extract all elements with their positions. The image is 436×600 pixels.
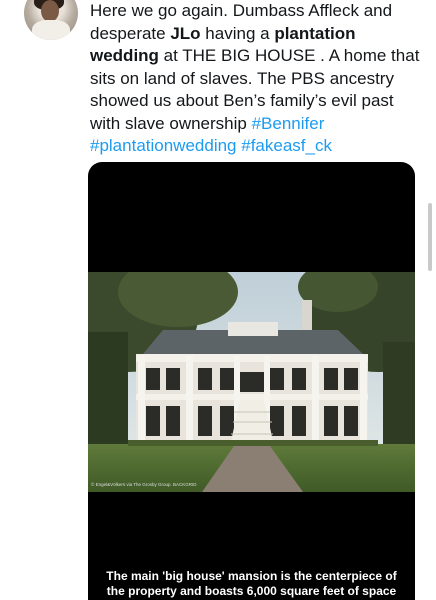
photo-credit: © Engel&Völkers via The Grosby Group. BA… — [91, 482, 197, 487]
house-photo[interactable] — [88, 272, 415, 492]
tweet-bold-plantation: plantation — [274, 23, 356, 43]
mansion-image — [88, 272, 415, 492]
user-avatar[interactable] — [24, 0, 78, 40]
avatar-face — [41, 0, 59, 22]
hashtag-plantationwedding[interactable]: #plantationwedding — [90, 136, 237, 155]
tweet-line-2-start: desperate — [90, 23, 171, 43]
tweet-bold-jlo: JLo — [170, 23, 201, 43]
tweet-line-6-start: with slave ownership — [90, 113, 252, 133]
tweet-line-5: showed us about Ben’s family’s evil past — [90, 91, 394, 110]
hashtag-fakeasf-ck[interactable]: #fakeasf_ck — [241, 136, 332, 155]
caption-line-2: the property and boasts 6,000 square fee… — [106, 583, 397, 598]
tweet-line-2-mid: having a — [200, 23, 275, 43]
tweet-media[interactable]: © Engel&Völkers via The Grosby Group. BA… — [88, 162, 415, 600]
hashtag-bennifer[interactable]: #Bennifer — [252, 114, 325, 133]
tweet-line-4: sits on land of slaves. The PBS ancestry — [90, 68, 394, 88]
tweet-bold-wedding: wedding — [90, 46, 159, 65]
media-caption: The main 'big house' mansion is the cent… — [88, 569, 415, 598]
avatar-body — [32, 20, 70, 40]
tweet-line-3-rest: at THE BIG HOUSE . A home that — [158, 46, 420, 65]
scrollbar-thumb[interactable] — [428, 203, 432, 271]
tweet-text: Here we go again. Dumbass Affleck and de… — [90, 0, 420, 158]
tweet-line-1: Here we go again. Dumbass Affleck and — [90, 1, 393, 20]
caption-line-1: The main 'big house' mansion is the cent… — [106, 569, 397, 583]
